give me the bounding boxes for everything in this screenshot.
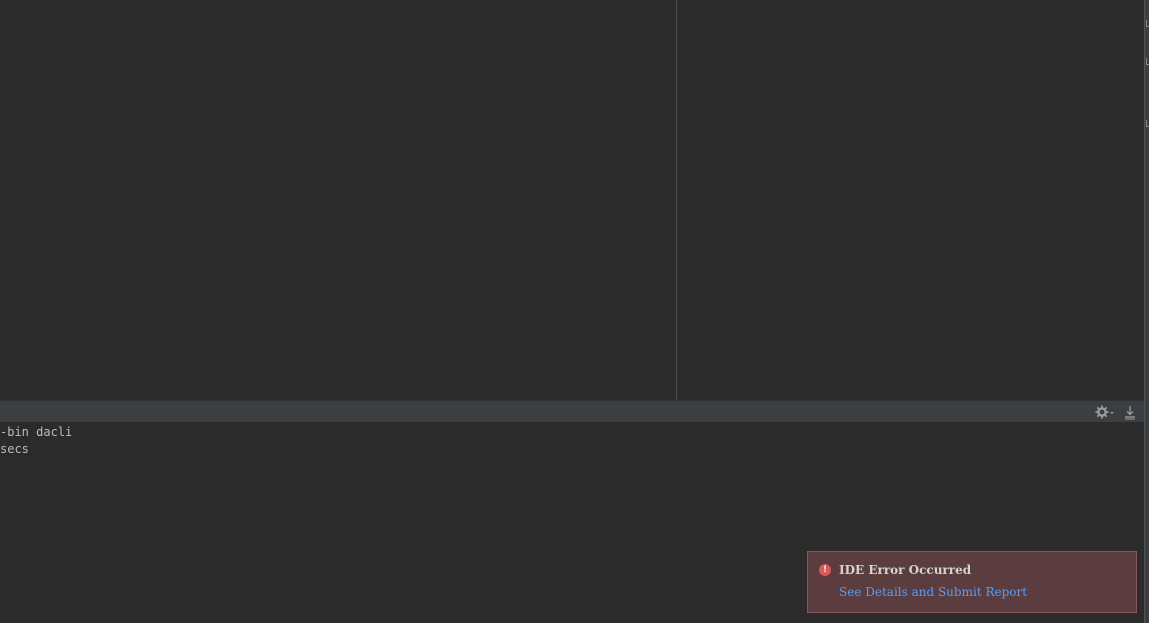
editor-pane-left[interactable] (0, 0, 676, 400)
editor-pane-right[interactable] (677, 0, 1144, 400)
ide-window: -bin dacli secs ! IDE Error Occurred See… (0, 0, 1149, 623)
right-tool-stripe (1144, 0, 1149, 623)
error-notification-balloon[interactable]: ! IDE Error Occurred See Details and Sub… (807, 551, 1137, 613)
see-details-link[interactable]: See Details and Submit Report (839, 584, 1027, 600)
run-tool-window-header (0, 400, 1144, 422)
error-icon: ! (819, 564, 831, 576)
gear-icon[interactable] (1095, 404, 1115, 420)
hide-icon[interactable] (1123, 404, 1137, 420)
console-line: -bin dacli (0, 425, 73, 439)
notification-title: IDE Error Occurred (839, 563, 972, 577)
console-line: secs (0, 442, 29, 456)
